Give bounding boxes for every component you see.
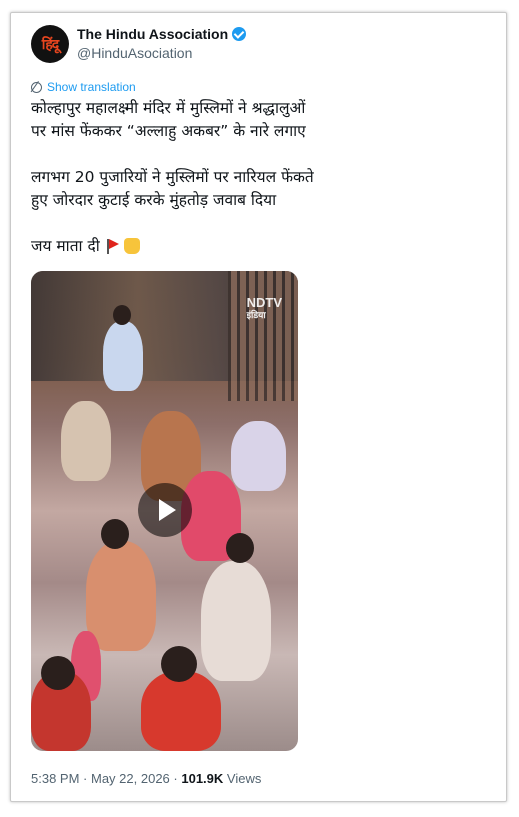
tweet-line: हुए जोरदार कुटाई करके मुंहतोड़ जवाब दिया: [31, 191, 277, 209]
video-figure: [231, 421, 286, 491]
views-count: 101.9K: [181, 771, 224, 786]
avatar-logo-text: हिंदू: [41, 36, 59, 53]
video-figure-head: [101, 519, 129, 549]
video-player[interactable]: NDTV इंडिया: [31, 271, 298, 751]
views-label: Views: [226, 771, 262, 786]
video-figure: [141, 671, 221, 751]
video-figure: [103, 321, 143, 391]
translate-label: Show translation: [47, 80, 136, 94]
tweet-time[interactable]: 5:38 PM: [31, 771, 79, 786]
video-railing: [228, 271, 298, 401]
tweet-date[interactable]: May 22, 2026: [91, 771, 170, 786]
tweet-text: कोल्हापुर महालक्ष्मी मंदिर में मुस्लिमों…: [31, 97, 491, 258]
tweet-card: हिंदू The Hindu Association @HinduAsocia…: [10, 12, 507, 802]
user-handle[interactable]: @HinduAsociation: [77, 45, 192, 61]
avatar[interactable]: हिंदू: [31, 25, 69, 63]
red-flag-icon: [106, 239, 119, 254]
play-button[interactable]: [138, 483, 192, 537]
translate-globe-icon: [31, 81, 42, 93]
tweet-line: लगभग 20 पुजारियों ने मुस्लिमों पर नारियल…: [31, 168, 314, 186]
tweet-line-closing: जय माता दी: [31, 235, 491, 258]
tweet-line: पर मांस फेंककर “अल्लाहु अकबर” के नारे लग…: [31, 122, 306, 140]
video-figure-head: [41, 656, 75, 690]
video-figure: [201, 561, 271, 681]
video-figure: [86, 541, 156, 651]
video-figure: [61, 401, 111, 481]
ndtv-watermark: NDTV इंडिया: [247, 295, 282, 321]
video-figure-head: [161, 646, 197, 682]
raised-fist-icon: [123, 238, 140, 254]
display-name[interactable]: The Hindu Association: [77, 26, 247, 42]
verified-badge-icon: [232, 27, 247, 41]
video-figure-head: [113, 305, 131, 325]
tweet-meta: 5:38 PM · May 22, 2026 · 101.9K Views: [31, 771, 262, 786]
closing-text: जय माता दी: [31, 237, 100, 255]
tweet-line: कोल्हापुर महालक्ष्मी मंदिर में मुस्लिमों…: [31, 99, 306, 117]
show-translation-link[interactable]: Show translation: [31, 80, 136, 94]
video-figure-head: [226, 533, 254, 563]
display-name-text: The Hindu Association: [77, 26, 229, 42]
